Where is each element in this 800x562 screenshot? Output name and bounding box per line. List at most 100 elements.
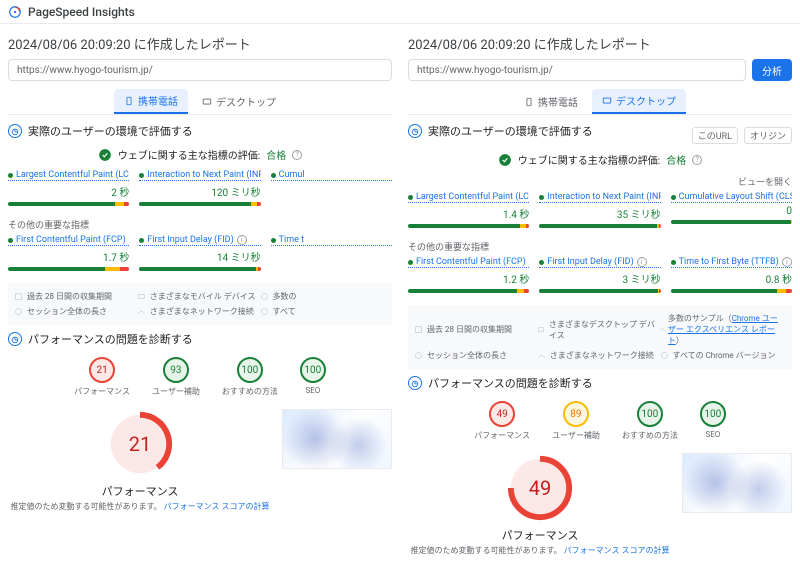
lab-title: パフォーマンスの問題を診断する: [428, 375, 593, 391]
tab-label: 携帯電話: [538, 94, 578, 109]
gauge-value: 49: [505, 453, 575, 523]
cwv-status: 合格: [666, 152, 686, 167]
score-label: ユーザー補助: [152, 386, 200, 397]
metric-label[interactable]: First Input Delay (FID): [147, 235, 233, 245]
score-value: 100: [637, 401, 663, 427]
info-icon[interactable]: ?: [292, 150, 302, 160]
cwv-label: ウェブに関する主な指標の評価:: [518, 152, 660, 167]
network-icon: [537, 351, 546, 360]
perf-calc-link[interactable]: パフォーマンス スコアの計算: [164, 502, 270, 511]
right-panel: 2024/08/06 20:09:20 に作成したレポート 分析 携帯電話 デス…: [400, 24, 800, 562]
origin-origin-button[interactable]: オリジン: [744, 127, 792, 144]
url-input[interactable]: [8, 59, 392, 81]
devices-icon: [137, 292, 146, 301]
metric-value: 1.7 秒: [8, 249, 129, 264]
info-icon[interactable]: ?: [692, 155, 702, 165]
metric-value: 1.4 秒: [408, 206, 529, 221]
score-best-practices[interactable]: 100おすすめの方法: [222, 357, 278, 397]
score-performance[interactable]: 49パフォーマンス: [474, 401, 530, 441]
score-value: 100: [300, 357, 326, 383]
cwv-assessment: ウェブに関する主な指標の評価: 合格 ?: [408, 152, 792, 167]
metric-label[interactable]: Time t: [279, 235, 304, 245]
performance-gauge: 49: [505, 453, 575, 523]
footer-text: さまざまなデスクトップ デバイス: [549, 319, 660, 341]
metric-value: 35 ミリ秒: [539, 206, 660, 221]
mobile-icon: [124, 96, 134, 106]
metric-fcp: First Contentful Paint (FCP) 1.2 秒: [408, 257, 529, 299]
metric-label[interactable]: Interaction to Next Paint (INP): [147, 170, 260, 180]
perf-note: 推定値のため変動する可能性があります。 パフォーマンス スコアの計算: [408, 545, 672, 556]
metric-lcp: Largest Contentful Paint (LCP) 2 秒: [8, 170, 129, 212]
network-icon: [137, 307, 146, 316]
score-seo[interactable]: 100SEO: [300, 357, 326, 397]
score-best-practices[interactable]: 100おすすめの方法: [622, 401, 678, 441]
score-value: 21: [89, 357, 115, 383]
metric-fcp: First Contentful Paint (FCP) 1.7 秒: [8, 235, 129, 277]
footer-text: すべての Chrome バージョン: [673, 350, 776, 361]
score-performance[interactable]: 21 パフォーマンス: [74, 357, 130, 397]
metric-label[interactable]: First Contentful Paint (FCP): [16, 235, 126, 245]
footer-text: セッション全体の長さ: [27, 306, 107, 317]
metric-label[interactable]: Largest Contentful Paint (LCP): [416, 192, 529, 202]
metric-value: 120 ミリ秒: [139, 184, 260, 199]
metric-label[interactable]: Interaction to Next Paint (INP): [547, 192, 660, 202]
primary-metrics: Largest Contentful Paint (LCP) 1.4 秒 Int…: [408, 192, 792, 234]
score-value: 93: [163, 357, 189, 383]
score-accessibility[interactable]: 89ユーザー補助: [552, 401, 600, 441]
lab-icon: ◷: [408, 376, 422, 390]
calendar-icon: [14, 292, 23, 301]
score-accessibility[interactable]: 93 ユーザー補助: [152, 357, 200, 397]
info-icon[interactable]: i: [782, 257, 792, 267]
footer-text: さまざまなモバイル デバイス: [150, 291, 256, 302]
footer-text: すべて: [273, 306, 296, 317]
info-icon[interactable]: i: [237, 235, 247, 245]
origin-url-button[interactable]: このURL: [692, 127, 738, 144]
metric-label[interactable]: First Input Delay (FID): [547, 257, 633, 267]
tab-desktop[interactable]: デスクトップ: [592, 89, 686, 114]
report-title: 2024/08/06 20:09:20 に作成したレポート: [408, 34, 792, 53]
app-title: PageSpeed Insights: [28, 5, 135, 19]
metric-fid: First Input Delay (FID)i 14 ミリ秒: [139, 235, 260, 277]
lighthouse-scores: 21パフォーマンス 93ユーザー補助 100おすすめの方法 100SEO: [8, 357, 392, 397]
field-footer: 過去 28 日間の収集期間 さまざまなデスクトップ デバイス 多数のサンプル（C…: [408, 305, 792, 369]
score-seo[interactable]: 100SEO: [700, 401, 726, 441]
metric-label[interactable]: Largest Contentful Paint (LCP): [16, 170, 129, 180]
metric-ttfb: Time to First Byte (TTFB)i 0.8 秒: [671, 257, 792, 299]
score-label: おすすめの方法: [222, 386, 278, 397]
metric-cls: Cumulative Layout Shift (CLS) 0: [671, 192, 792, 234]
metric-inp: Interaction to Next Paint (INP) 120 ミリ秒: [139, 170, 260, 212]
footer-text: セッション全体の長さ: [427, 350, 507, 361]
gauge-value: 21: [105, 409, 175, 479]
lab-section-head: ◷ パフォーマンスの問題を診断する: [8, 331, 392, 347]
analyze-button[interactable]: 分析: [752, 59, 792, 81]
perf-title: パフォーマンス: [408, 527, 672, 543]
expand-view-link[interactable]: ビューを開く: [408, 175, 792, 188]
score-value: 100: [700, 401, 726, 427]
device-tabs: 携帯電話 デスクトップ: [408, 89, 792, 115]
tab-desktop[interactable]: デスクトップ: [192, 89, 286, 114]
metric-label[interactable]: First Contentful Paint (FCP): [416, 257, 526, 267]
footer-text: 過去 28 日間の収集期間: [427, 324, 512, 335]
secondary-metrics: First Contentful Paint (FCP) 1.2 秒 First…: [408, 257, 792, 299]
metric-ttfb: Time t: [271, 235, 392, 277]
field-icon: ◷: [408, 124, 422, 138]
screenshot-thumbnail: [282, 409, 392, 469]
score-label: ユーザー補助: [552, 430, 600, 441]
metric-value: 0.8 秒: [671, 271, 792, 286]
metric-label[interactable]: Cumulative Layout Shift (CLS): [679, 192, 792, 202]
info-icon[interactable]: i: [637, 257, 647, 267]
metric-label[interactable]: Time to First Byte (TTFB): [679, 257, 779, 267]
metric-label[interactable]: Cumul: [279, 170, 305, 180]
lab-icon: ◷: [8, 332, 22, 346]
field-icon: ◷: [8, 124, 22, 138]
device-tabs: 携帯電話 デスクトップ: [8, 89, 392, 115]
screenshot-thumbnail: [682, 453, 792, 513]
tab-mobile[interactable]: 携帯電話: [114, 89, 188, 114]
footer-text: さまざまなネットワーク接続: [550, 350, 654, 361]
score-label: パフォーマンス: [74, 386, 130, 397]
perf-calc-link[interactable]: パフォーマンス スコアの計算: [564, 546, 670, 555]
report-title: 2024/08/06 20:09:20 に作成したレポート: [8, 34, 392, 53]
url-input[interactable]: [408, 59, 746, 81]
other-metrics-label: その他の重要な指標: [8, 218, 392, 231]
tab-mobile[interactable]: 携帯電話: [514, 89, 588, 114]
